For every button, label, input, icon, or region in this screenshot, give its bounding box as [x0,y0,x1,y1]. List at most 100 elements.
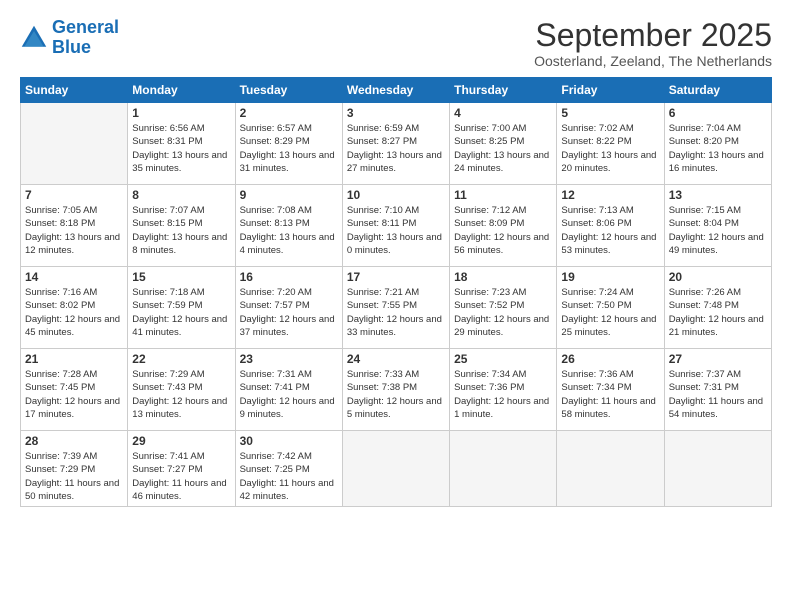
logo-icon [20,24,48,52]
calendar-cell: 18 Sunrise: 7:23 AMSunset: 7:52 PMDaylig… [450,267,557,349]
day-info: Sunrise: 7:28 AMSunset: 7:45 PMDaylight:… [25,368,123,421]
calendar-cell: 30 Sunrise: 7:42 AMSunset: 7:25 PMDaylig… [235,431,342,507]
month-title: September 2025 [534,18,772,53]
calendar-cell: 20 Sunrise: 7:26 AMSunset: 7:48 PMDaylig… [664,267,771,349]
day-info: Sunrise: 7:36 AMSunset: 7:34 PMDaylight:… [561,368,659,421]
day-info: Sunrise: 7:02 AMSunset: 8:22 PMDaylight:… [561,122,659,175]
day-number: 8 [132,188,230,202]
day-number: 6 [669,106,767,120]
day-number: 30 [240,434,338,448]
calendar-cell: 3 Sunrise: 6:59 AMSunset: 8:27 PMDayligh… [342,103,449,185]
day-number: 21 [25,352,123,366]
day-number: 13 [669,188,767,202]
calendar-week-1: 1 Sunrise: 6:56 AMSunset: 8:31 PMDayligh… [21,103,772,185]
day-info: Sunrise: 7:15 AMSunset: 8:04 PMDaylight:… [669,204,767,257]
calendar-cell: 8 Sunrise: 7:07 AMSunset: 8:15 PMDayligh… [128,185,235,267]
subtitle: Oosterland, Zeeland, The Netherlands [534,53,772,69]
calendar-cell: 19 Sunrise: 7:24 AMSunset: 7:50 PMDaylig… [557,267,664,349]
calendar-cell: 5 Sunrise: 7:02 AMSunset: 8:22 PMDayligh… [557,103,664,185]
calendar-cell: 12 Sunrise: 7:13 AMSunset: 8:06 PMDaylig… [557,185,664,267]
logo-line2: Blue [52,37,91,57]
calendar-cell [450,431,557,507]
page: General Blue September 2025 Oosterland, … [0,0,792,612]
day-info: Sunrise: 7:39 AMSunset: 7:29 PMDaylight:… [25,450,123,503]
calendar-cell: 15 Sunrise: 7:18 AMSunset: 7:59 PMDaylig… [128,267,235,349]
day-number: 23 [240,352,338,366]
day-info: Sunrise: 6:56 AMSunset: 8:31 PMDaylight:… [132,122,230,175]
day-number: 24 [347,352,445,366]
calendar-cell: 14 Sunrise: 7:16 AMSunset: 8:02 PMDaylig… [21,267,128,349]
calendar-cell: 2 Sunrise: 6:57 AMSunset: 8:29 PMDayligh… [235,103,342,185]
day-number: 7 [25,188,123,202]
logo: General Blue [20,18,119,58]
day-info: Sunrise: 7:34 AMSunset: 7:36 PMDaylight:… [454,368,552,421]
day-number: 20 [669,270,767,284]
day-number: 18 [454,270,552,284]
day-number: 19 [561,270,659,284]
calendar-header-monday: Monday [128,78,235,103]
day-info: Sunrise: 7:37 AMSunset: 7:31 PMDaylight:… [669,368,767,421]
day-number: 3 [347,106,445,120]
day-number: 2 [240,106,338,120]
day-info: Sunrise: 7:08 AMSunset: 8:13 PMDaylight:… [240,204,338,257]
calendar-week-2: 7 Sunrise: 7:05 AMSunset: 8:18 PMDayligh… [21,185,772,267]
calendar-cell: 26 Sunrise: 7:36 AMSunset: 7:34 PMDaylig… [557,349,664,431]
day-number: 12 [561,188,659,202]
day-number: 28 [25,434,123,448]
calendar-cell: 10 Sunrise: 7:10 AMSunset: 8:11 PMDaylig… [342,185,449,267]
calendar-header-wednesday: Wednesday [342,78,449,103]
day-info: Sunrise: 7:33 AMSunset: 7:38 PMDaylight:… [347,368,445,421]
day-number: 25 [454,352,552,366]
calendar-cell: 1 Sunrise: 6:56 AMSunset: 8:31 PMDayligh… [128,103,235,185]
day-info: Sunrise: 7:31 AMSunset: 7:41 PMDaylight:… [240,368,338,421]
calendar-cell: 13 Sunrise: 7:15 AMSunset: 8:04 PMDaylig… [664,185,771,267]
calendar-cell: 9 Sunrise: 7:08 AMSunset: 8:13 PMDayligh… [235,185,342,267]
day-info: Sunrise: 7:41 AMSunset: 7:27 PMDaylight:… [132,450,230,503]
day-number: 10 [347,188,445,202]
calendar-cell [21,103,128,185]
day-number: 9 [240,188,338,202]
day-info: Sunrise: 7:00 AMSunset: 8:25 PMDaylight:… [454,122,552,175]
calendar-cell: 17 Sunrise: 7:21 AMSunset: 7:55 PMDaylig… [342,267,449,349]
calendar: SundayMondayTuesdayWednesdayThursdayFrid… [20,77,772,507]
calendar-cell: 28 Sunrise: 7:39 AMSunset: 7:29 PMDaylig… [21,431,128,507]
day-info: Sunrise: 7:18 AMSunset: 7:59 PMDaylight:… [132,286,230,339]
calendar-header-row: SundayMondayTuesdayWednesdayThursdayFrid… [21,78,772,103]
day-info: Sunrise: 7:29 AMSunset: 7:43 PMDaylight:… [132,368,230,421]
calendar-cell: 4 Sunrise: 7:00 AMSunset: 8:25 PMDayligh… [450,103,557,185]
calendar-week-4: 21 Sunrise: 7:28 AMSunset: 7:45 PMDaylig… [21,349,772,431]
calendar-cell: 11 Sunrise: 7:12 AMSunset: 8:09 PMDaylig… [450,185,557,267]
calendar-header-sunday: Sunday [21,78,128,103]
calendar-cell: 25 Sunrise: 7:34 AMSunset: 7:36 PMDaylig… [450,349,557,431]
day-info: Sunrise: 7:13 AMSunset: 8:06 PMDaylight:… [561,204,659,257]
day-info: Sunrise: 7:42 AMSunset: 7:25 PMDaylight:… [240,450,338,503]
calendar-cell: 22 Sunrise: 7:29 AMSunset: 7:43 PMDaylig… [128,349,235,431]
day-info: Sunrise: 7:07 AMSunset: 8:15 PMDaylight:… [132,204,230,257]
calendar-cell: 23 Sunrise: 7:31 AMSunset: 7:41 PMDaylig… [235,349,342,431]
calendar-header-thursday: Thursday [450,78,557,103]
calendar-cell [342,431,449,507]
calendar-cell: 29 Sunrise: 7:41 AMSunset: 7:27 PMDaylig… [128,431,235,507]
day-info: Sunrise: 7:20 AMSunset: 7:57 PMDaylight:… [240,286,338,339]
calendar-cell: 6 Sunrise: 7:04 AMSunset: 8:20 PMDayligh… [664,103,771,185]
calendar-cell [664,431,771,507]
day-number: 27 [669,352,767,366]
day-info: Sunrise: 6:57 AMSunset: 8:29 PMDaylight:… [240,122,338,175]
calendar-cell: 21 Sunrise: 7:28 AMSunset: 7:45 PMDaylig… [21,349,128,431]
day-number: 5 [561,106,659,120]
day-info: Sunrise: 7:10 AMSunset: 8:11 PMDaylight:… [347,204,445,257]
day-number: 4 [454,106,552,120]
calendar-week-3: 14 Sunrise: 7:16 AMSunset: 8:02 PMDaylig… [21,267,772,349]
header: General Blue September 2025 Oosterland, … [20,18,772,69]
day-number: 26 [561,352,659,366]
calendar-cell: 24 Sunrise: 7:33 AMSunset: 7:38 PMDaylig… [342,349,449,431]
day-number: 15 [132,270,230,284]
day-number: 1 [132,106,230,120]
day-info: Sunrise: 7:16 AMSunset: 8:02 PMDaylight:… [25,286,123,339]
day-number: 11 [454,188,552,202]
calendar-header-friday: Friday [557,78,664,103]
day-info: Sunrise: 7:05 AMSunset: 8:18 PMDaylight:… [25,204,123,257]
calendar-week-5: 28 Sunrise: 7:39 AMSunset: 7:29 PMDaylig… [21,431,772,507]
day-info: Sunrise: 7:21 AMSunset: 7:55 PMDaylight:… [347,286,445,339]
day-info: Sunrise: 7:24 AMSunset: 7:50 PMDaylight:… [561,286,659,339]
